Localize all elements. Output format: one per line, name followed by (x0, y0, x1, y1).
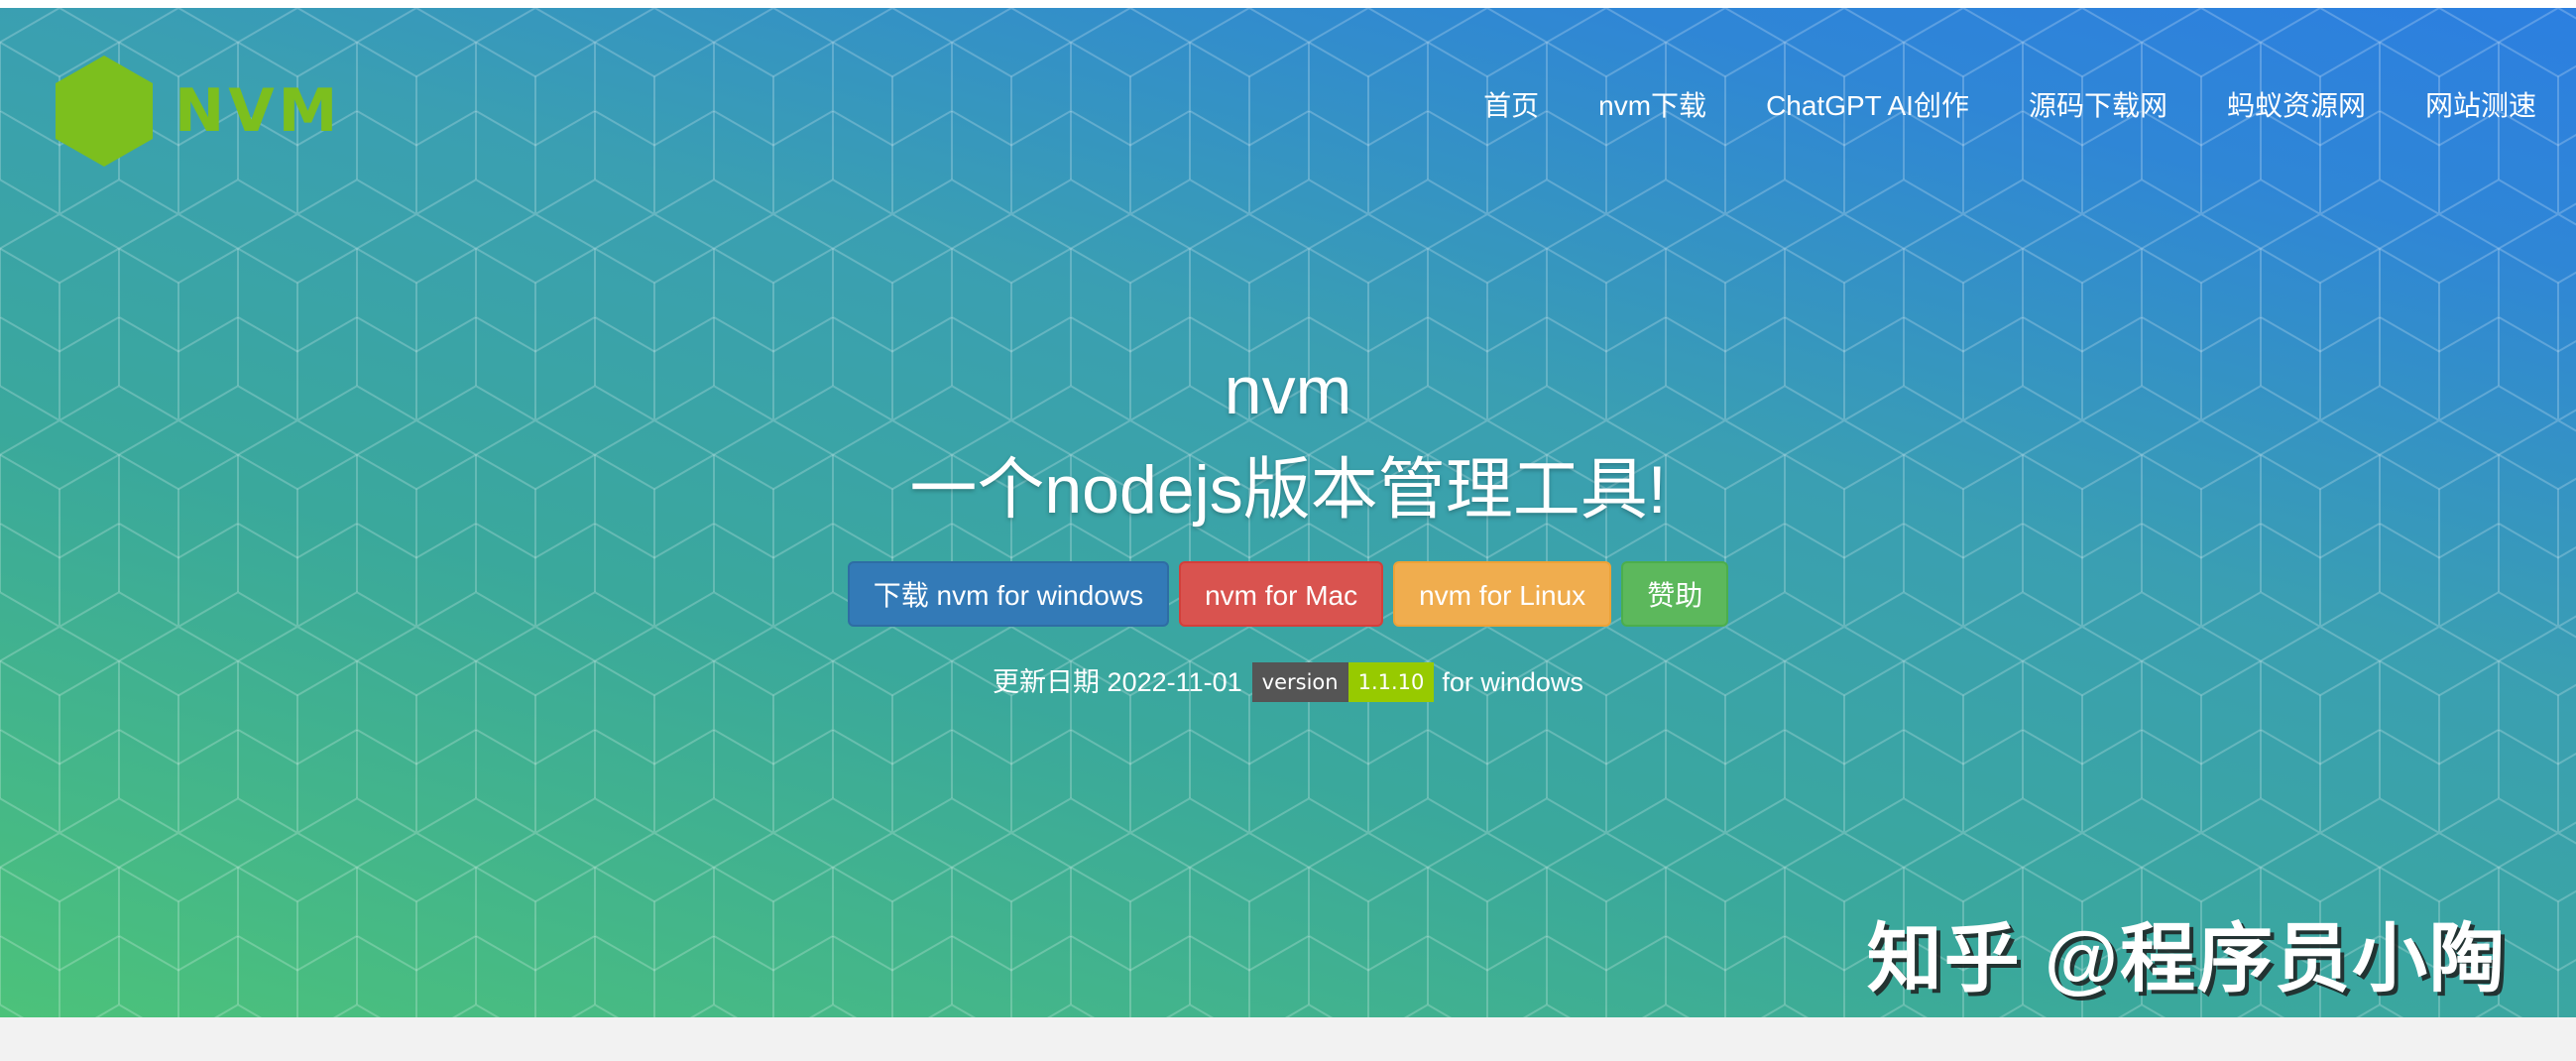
nav-item-chatgpt[interactable]: ChatGPT AI创作 (1736, 81, 1999, 131)
nav-item-ant-resources[interactable]: 蚂蚁资源网 (2197, 81, 2396, 131)
main-nav: 首页 nvm下载 ChatGPT AI创作 源码下载网 蚂蚁资源网 网站测速 (1454, 81, 2536, 131)
version-badge-label: version (1251, 662, 1348, 702)
nav-item-nvm-download[interactable]: nvm下载 (1569, 81, 1736, 131)
update-platform: for windows (1442, 667, 1583, 697)
update-info: 更新日期 2022-11-01 version 1.1.10 for windo… (0, 662, 2576, 702)
update-date: 更新日期 2022-11-01 (993, 667, 1242, 697)
hero-title: nvm (1224, 353, 1352, 428)
page-bottom-strip (0, 1017, 2576, 1061)
hero-headline: nvm 一个nodejs版本管理工具! (0, 341, 2576, 539)
nav-item-home[interactable]: 首页 (1454, 81, 1569, 131)
hero-subtitle: 一个nodejs版本管理工具! (909, 452, 1667, 528)
zhihu-watermark: 知乎 @程序员小陶 (1866, 917, 2507, 1002)
logo-text: NVM (175, 76, 342, 146)
download-windows-button[interactable]: 下载 nvm for windows (847, 561, 1170, 627)
download-button-row: 下载 nvm for windows nvm for Mac nvm for L… (0, 561, 2576, 627)
nav-item-source-download[interactable]: 源码下载网 (1999, 81, 2197, 131)
download-mac-button[interactable]: nvm for Mac (1179, 561, 1384, 627)
hero-banner: NVM 首页 nvm下载 ChatGPT AI创作 源码下载网 蚂蚁资源网 网站… (0, 8, 2576, 1017)
top-border (0, 0, 2576, 8)
version-badge-value: 1.1.10 (1347, 662, 1435, 702)
hexagon-logo-icon (56, 56, 153, 167)
version-badge: version 1.1.10 (1251, 662, 1435, 702)
download-linux-button[interactable]: nvm for Linux (1393, 561, 1612, 627)
site-logo[interactable]: NVM (56, 56, 341, 167)
donate-button[interactable]: 赞助 (1621, 561, 1729, 627)
nav-item-speed-test[interactable]: 网站测速 (2396, 81, 2536, 131)
